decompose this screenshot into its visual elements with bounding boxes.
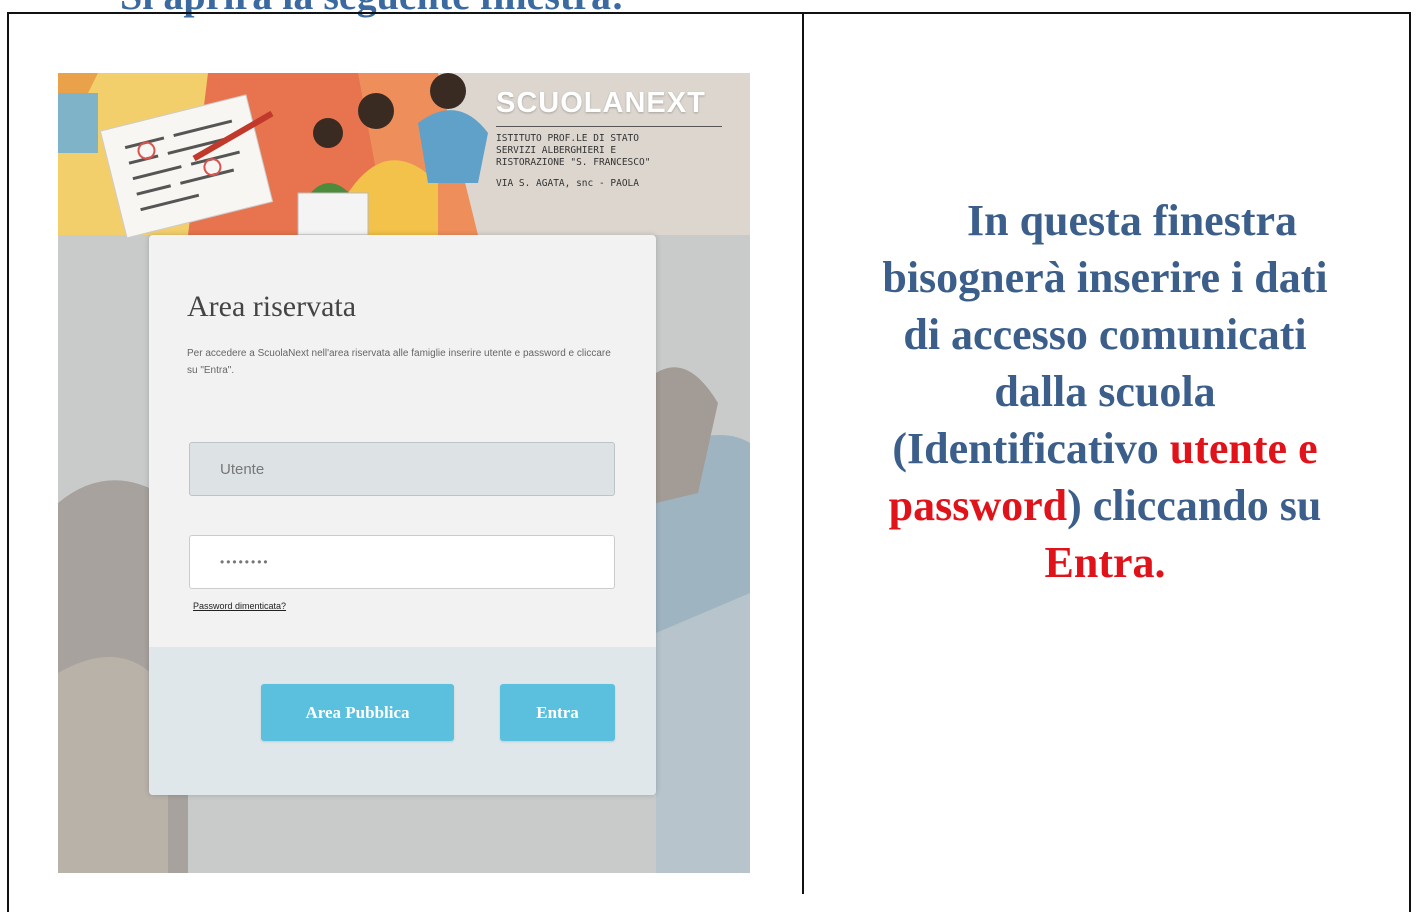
public-area-button[interactable]: Area Pubblica <box>261 684 454 741</box>
table-column-divider <box>802 12 804 894</box>
school-brand: SCUOLANEXT ISTITUTO PROF.LE DI STATO SER… <box>496 87 746 189</box>
login-card: Area riservata Per accedere a ScuolaNext… <box>149 235 656 795</box>
instructions-line-3: di accesso comunicati <box>903 310 1307 359</box>
scuolanext-logo: SCUOLANEXT <box>496 87 746 120</box>
instructions-line-4: dalla scuola <box>994 367 1216 416</box>
highlight-utente: utente e <box>1169 424 1318 473</box>
scuolanext-login-screenshot: SCUOLANEXT ISTITUTO PROF.LE DI STATO SER… <box>58 73 750 873</box>
login-description: Per accedere a ScuolaNext nell'area rise… <box>187 348 611 376</box>
instructions-line-1: In questa finestra <box>966 196 1298 245</box>
highlight-password: password <box>888 481 1068 530</box>
instructions-text: In questa finestra bisognerà inserire i … <box>818 192 1392 591</box>
logo-part-next: NEXT <box>624 87 706 119</box>
school-name-line-3: RISTORAZIONE "S. FRANCESCO" <box>496 157 651 168</box>
username-placeholder: Utente <box>220 460 265 478</box>
instructions-line-2: bisognerà inserire i dati <box>882 253 1328 302</box>
school-address: VIA S. AGATA, snc - PAOLA <box>496 178 639 189</box>
school-name-line-1: ISTITUTO PROF.LE DI STATO <box>496 133 639 144</box>
enter-button[interactable]: Entra <box>500 684 615 741</box>
login-title: Area riservata <box>187 290 357 323</box>
forgot-password-link[interactable]: Password dimenticata? <box>193 601 286 611</box>
username-input[interactable]: Utente <box>189 442 615 496</box>
school-name-line-2: SERVIZI ALBERGHIERI E <box>496 145 617 156</box>
logo-divider <box>496 126 722 127</box>
instructions-part-open: (Identificativo <box>892 424 1170 473</box>
logo-part-scuola: SCUOLA <box>496 87 625 119</box>
login-card-footer: Area Pubblica Entra <box>149 647 656 795</box>
password-value: •••••••• <box>220 555 270 569</box>
instructions-part-close: ) cliccando su <box>1067 481 1322 530</box>
password-input[interactable]: •••••••• <box>189 535 615 589</box>
highlight-entra: Entra. <box>1044 538 1166 587</box>
